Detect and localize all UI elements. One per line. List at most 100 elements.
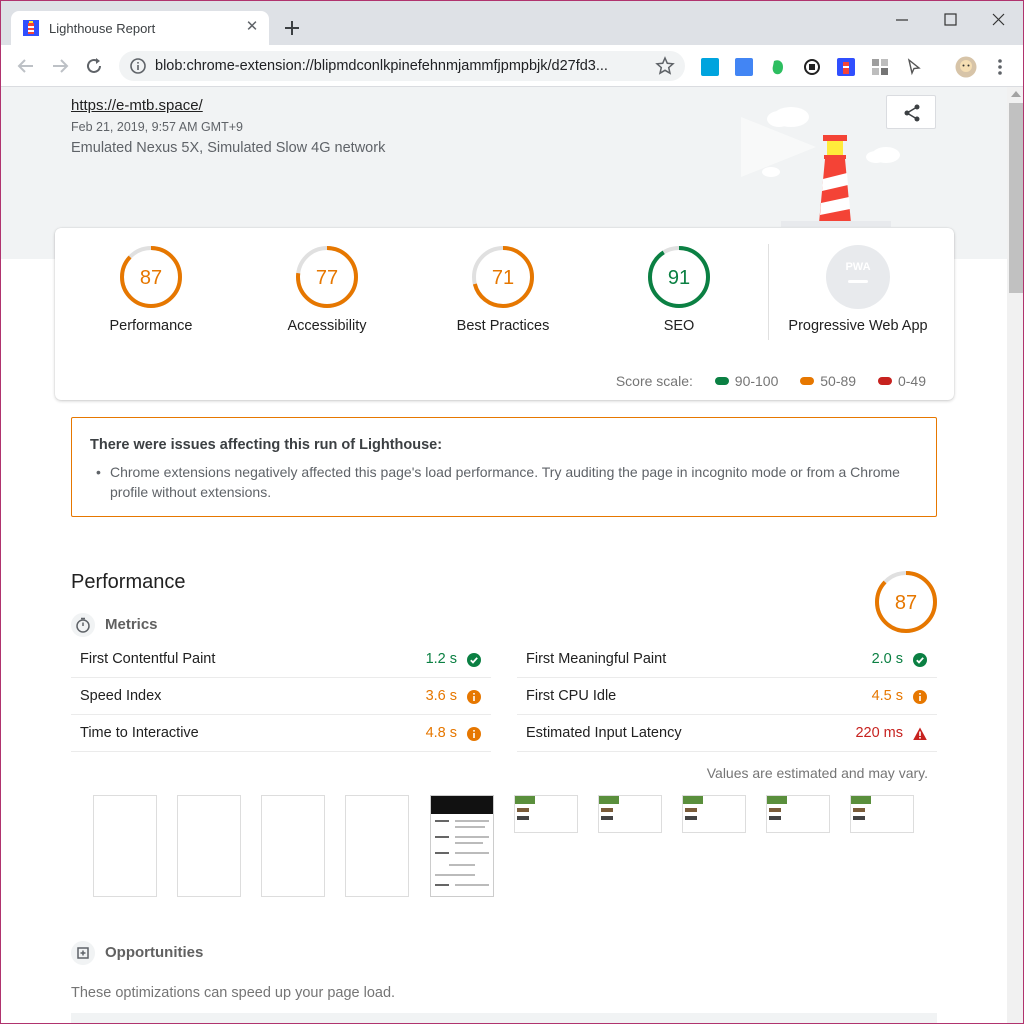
filmstrip-frame [93,795,157,897]
minimize-icon[interactable] [879,9,925,31]
pwa-badge-icon: PWA [826,245,890,309]
accessibility-gauge-ring: 77 [296,246,358,308]
lighthouse-favicon-icon [23,20,39,36]
reload-icon[interactable] [83,55,105,77]
report-url-link[interactable]: https://e-mtb.space/ [71,97,203,114]
page-scrollbar[interactable] [1007,87,1023,1023]
gauge-label-best-practices: Best Practices [456,318,550,334]
scroll-up-arrow-icon[interactable] [1011,91,1021,97]
metric-row: First Meaningful Paint 2.0 s [517,641,937,678]
scroll-thumb[interactable] [1009,103,1023,293]
category-scores-card: 87 Performance 77 Accessibility 71 Best [55,228,954,400]
filmstrip-frame [766,795,830,833]
scale-range-good: 90-100 [714,373,778,389]
address-url: blob:chrome-extension://blipmdconlkpinef… [155,58,608,74]
cursor-icon[interactable] [905,58,923,76]
maximize-icon[interactable] [927,9,973,31]
filmstrip-frame [345,795,409,897]
opportunities-description: These optimizations can speed up your pa… [71,985,396,1001]
pass-check-icon [913,653,927,667]
tab-title: Lighthouse Report [49,21,156,36]
google-translate-icon[interactable] [735,58,753,76]
performance-section-gauge: 87 [875,571,937,633]
metric-row: Speed Index 3.6 s [71,678,491,715]
score-scale-label: Score scale: [615,373,693,389]
svg-text:71: 71 [492,267,514,289]
svg-text:87: 87 [895,592,917,614]
hatena-bookmark-icon[interactable] [701,58,719,76]
gauge-label-seo: SEO [663,318,695,334]
lighthouse-icon[interactable] [837,58,855,76]
share-icon [904,104,920,122]
puzzle-icon[interactable] [871,58,889,76]
opportunities-title: Opportunities [105,944,204,961]
record-icon[interactable] [803,58,821,76]
info-icon[interactable] [129,57,147,75]
fail-warning-icon [913,727,927,740]
gauge-label-pwa: Progressive Web App [788,318,928,334]
average-info-icon [467,690,481,704]
warning-item: Chrome extensions negatively affected th… [96,462,920,502]
bookmark-star-icon[interactable] [655,56,675,76]
gauge-divider [768,244,769,340]
lighthouse-illustration [741,107,900,227]
filmstrip-frame [261,795,325,897]
gauge-label-accessibility: Accessibility [287,318,367,334]
score-scale: Score scale: 90-100 50-89 0-49 [616,373,926,389]
report-viewport: https://e-mtb.space/ Feb 21, 2019, 9:57 … [1,87,1007,1023]
forward-arrow-icon[interactable] [49,55,71,77]
run-warnings: There were issues affecting this run of … [71,417,937,517]
report-fetch-time: Feb 21, 2019, 9:57 AM GMT+9 [71,120,243,134]
browser-toolbar: blob:chrome-extension://blipmdconlkpinef… [1,45,1023,87]
pass-check-icon [467,653,481,667]
filmstrip-frame [598,795,662,833]
scale-range-poor: 0-49 [877,373,926,389]
scale-range-average: 50-89 [800,373,856,389]
gauge-seo[interactable]: 91 SEO [609,244,749,334]
pwa-badge-text: PWA [845,261,870,273]
opportunities-icon [71,941,95,965]
gauge-performance[interactable]: 87 Performance [81,244,221,334]
gauge-best-practices[interactable]: 71 Best Practices [433,244,573,334]
seo-gauge-ring: 91 [648,246,710,308]
filmstrip [93,795,923,899]
filmstrip-frame [514,795,578,833]
performance-section-title: Performance [71,571,186,593]
gauge-pwa[interactable]: PWA Progressive Web App [787,244,929,334]
average-info-icon [467,727,481,741]
average-info-icon [913,690,927,704]
metric-row: First Contentful Paint 1.2 s [71,641,491,678]
report-environment: Emulated Nexus 5X, Simulated Slow 4G net… [71,140,386,156]
window-close-icon[interactable] [975,9,1021,31]
metric-row: Time to Interactive 4.8 s [71,715,491,752]
svg-text:91: 91 [668,267,690,289]
metric-row: First CPU Idle 4.5 s [517,678,937,715]
metric-row: Estimated Input Latency 220 ms [517,715,937,752]
svg-text:77: 77 [316,267,338,289]
browser-window: Lighthouse Report ✕ blob:chrome-extensio… [0,0,1024,1024]
gauge-label-performance: Performance [109,318,193,334]
tab-lighthouse-report[interactable]: Lighthouse Report ✕ [11,11,269,45]
evernote-icon[interactable] [769,58,787,76]
svg-text:87: 87 [140,267,162,289]
metrics-title: Metrics [105,616,158,633]
filmstrip-frame [682,795,746,833]
filmstrip-frame [177,795,241,897]
best-practices-gauge-ring: 71 [472,246,534,308]
opportunities-table-header [71,1013,937,1023]
back-arrow-icon[interactable] [15,55,37,77]
browser-menu-icon[interactable] [991,57,1009,77]
estimated-note: Values are estimated and may vary. [706,765,928,781]
gauge-accessibility[interactable]: 77 Accessibility [257,244,397,334]
profile-avatar[interactable] [955,56,977,78]
warnings-title: There were issues affecting this run of … [90,437,443,453]
filmstrip-frame [430,795,494,897]
filmstrip-frame [850,795,914,833]
title-bar: Lighthouse Report ✕ [1,1,1023,45]
stopwatch-icon [71,613,95,637]
new-tab-icon[interactable] [281,17,303,39]
share-button[interactable] [886,95,936,129]
address-bar[interactable]: blob:chrome-extension://blipmdconlkpinef… [119,51,685,81]
performance-gauge-ring: 87 [120,246,182,308]
tab-close-icon[interactable]: ✕ [243,18,261,36]
